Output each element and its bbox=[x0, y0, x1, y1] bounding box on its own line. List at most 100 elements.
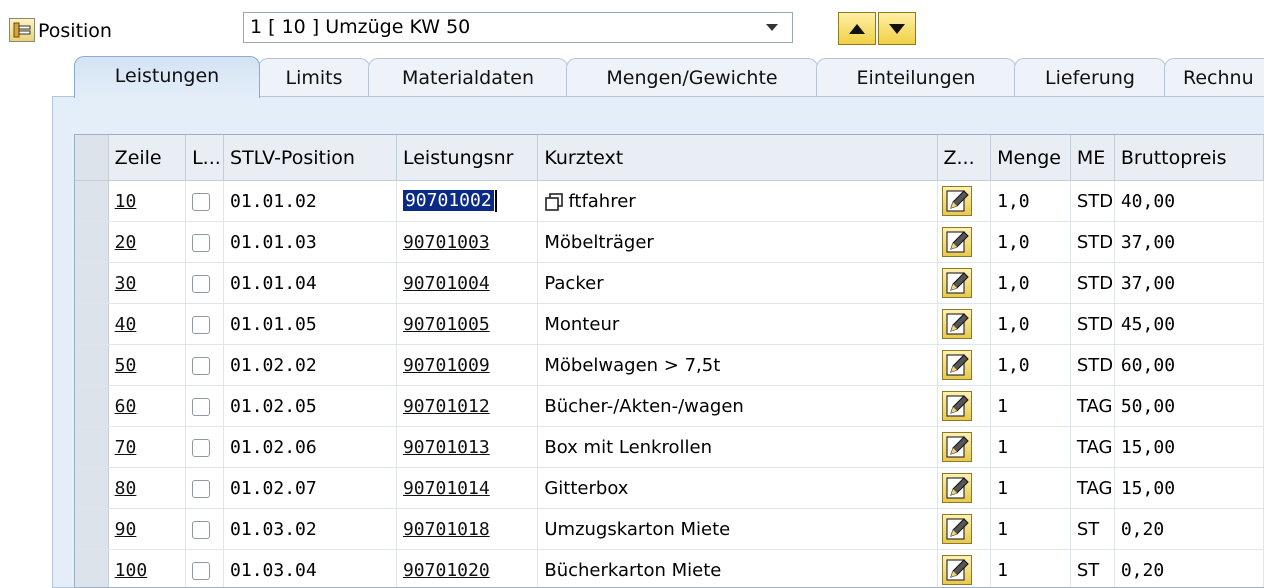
tab-materialdaten[interactable]: Materialdaten bbox=[368, 58, 568, 98]
row-checkbox[interactable] bbox=[192, 233, 211, 252]
leistungsnr-link[interactable]: 90701005 bbox=[403, 314, 490, 335]
row-checkbox[interactable] bbox=[192, 479, 211, 498]
stlv-position-cell: 01.02.06 bbox=[223, 426, 397, 468]
col-bruttopreis[interactable]: Bruttopreis bbox=[1114, 135, 1264, 181]
zeile-link[interactable]: 20 bbox=[115, 232, 137, 253]
bruttopreis-cell: 60,00 bbox=[1114, 344, 1264, 386]
me-cell: ST bbox=[1070, 549, 1115, 587]
zeile-link[interactable]: 70 bbox=[115, 437, 137, 458]
col-z[interactable]: Z... bbox=[937, 135, 992, 181]
stlv-position-cell: 01.02.02 bbox=[223, 344, 397, 386]
tab-limits[interactable]: Limits bbox=[258, 58, 370, 98]
table-row[interactable]: 80 01.02.07 90701014 Gitterbox 1 TAG 15,00 bbox=[75, 467, 1264, 509]
bruttopreis-cell: 40,00 bbox=[1114, 180, 1264, 222]
menge-cell: 1,0 bbox=[990, 221, 1071, 263]
chevron-down-icon[interactable] bbox=[766, 24, 778, 31]
row-checkbox[interactable] bbox=[192, 315, 211, 334]
leistungsnr-link[interactable]: 90701014 bbox=[403, 478, 490, 499]
edit-pencil-icon[interactable] bbox=[941, 350, 972, 380]
zeile-link[interactable]: 50 bbox=[115, 355, 137, 376]
zeile-link[interactable]: 30 bbox=[115, 273, 137, 294]
table-row[interactable]: 20 01.01.03 90701003 Möbelträger 1,0 STD 37,00 bbox=[75, 221, 1264, 263]
stlv-position-cell: 01.03.02 bbox=[223, 508, 397, 550]
table-row[interactable]: 10 01.01.02 90701002 ftfahrer 1,0 STD 40,00 bbox=[75, 180, 1264, 222]
tab-mengen-gewichte[interactable]: Mengen/Gewichte bbox=[566, 58, 818, 98]
table-row[interactable]: 40 01.01.05 90701005 Monteur 1,0 STD 45,00 bbox=[75, 303, 1264, 345]
col-zeile[interactable]: Zeile bbox=[108, 135, 187, 181]
col-menge[interactable]: Menge bbox=[990, 135, 1071, 181]
row-selector[interactable] bbox=[75, 180, 109, 222]
me-cell: STD bbox=[1070, 221, 1115, 263]
menge-cell: 1 bbox=[990, 426, 1071, 468]
zeile-link[interactable]: 60 bbox=[115, 396, 137, 417]
leistungsnr-link[interactable]: 90701003 bbox=[403, 232, 490, 253]
menge-cell: 1 bbox=[990, 385, 1071, 427]
zeile-link[interactable]: 80 bbox=[115, 478, 137, 499]
leistungsnr-link[interactable]: 90701012 bbox=[403, 396, 490, 417]
edit-pencil-icon[interactable] bbox=[941, 514, 972, 544]
leistungsnr-link[interactable]: 90701009 bbox=[403, 355, 490, 376]
zeile-link[interactable]: 90 bbox=[115, 519, 137, 540]
copy-icon[interactable] bbox=[544, 191, 568, 212]
row-checkbox[interactable] bbox=[192, 274, 211, 293]
table-row[interactable]: 70 01.02.06 90701013 Box mit Lenkrollen 1 TAG… bbox=[75, 426, 1264, 468]
leistungsnr-link[interactable]: 90701004 bbox=[403, 273, 490, 294]
zeile-link[interactable]: 10 bbox=[115, 191, 137, 212]
edit-pencil-icon[interactable] bbox=[941, 186, 972, 216]
row-checkbox[interactable] bbox=[192, 520, 211, 539]
me-cell: STD bbox=[1070, 344, 1115, 386]
row-selector[interactable] bbox=[75, 426, 109, 468]
zeile-link[interactable]: 100 bbox=[115, 560, 148, 581]
table-row[interactable]: 30 01.01.04 90701004 Packer 1,0 STD 37,00 bbox=[75, 262, 1264, 304]
bruttopreis-cell: 0,20 bbox=[1114, 549, 1264, 587]
row-selector[interactable] bbox=[75, 508, 109, 550]
arrow-up-icon[interactable] bbox=[838, 12, 876, 45]
table-row[interactable]: 100 01.03.04 90701020 Bücherkarton Miete 1 ST… bbox=[75, 549, 1264, 587]
tab-einteilungen[interactable]: Einteilungen bbox=[816, 58, 1016, 98]
row-selector[interactable] bbox=[75, 344, 109, 386]
table-row[interactable]: 50 01.02.02 90701009 Möbelwagen > 7,5t 1,0 ST… bbox=[75, 344, 1264, 386]
col-l[interactable]: L... bbox=[185, 135, 225, 181]
edit-pencil-icon[interactable] bbox=[941, 227, 972, 257]
position-icon[interactable] bbox=[9, 18, 35, 42]
leistungsnr-link[interactable]: 90701020 bbox=[403, 560, 490, 581]
row-selector[interactable] bbox=[75, 303, 109, 345]
edit-pencil-icon[interactable] bbox=[941, 555, 972, 585]
leistungsnr-link[interactable]: 90701002 bbox=[402, 190, 494, 211]
tab-rechnung[interactable]: Rechnu bbox=[1164, 58, 1264, 98]
tab-lieferung[interactable]: Lieferung bbox=[1014, 58, 1166, 98]
col-kurztext[interactable]: Kurztext bbox=[537, 135, 938, 181]
position-select[interactable]: 1 [ 10 ] Umzüge KW 50 bbox=[243, 12, 793, 43]
menge-cell: 1 bbox=[990, 549, 1071, 587]
row-selector[interactable] bbox=[75, 467, 109, 509]
kurztext-cell: Möbelträger bbox=[544, 231, 654, 253]
select-all-cell[interactable] bbox=[75, 135, 109, 181]
position-label: Position bbox=[38, 20, 112, 42]
leistungsnr-link[interactable]: 90701013 bbox=[403, 437, 490, 458]
edit-pencil-icon[interactable] bbox=[941, 473, 972, 503]
edit-pencil-icon[interactable] bbox=[941, 391, 972, 421]
row-selector[interactable] bbox=[75, 549, 109, 587]
col-me[interactable]: ME bbox=[1070, 135, 1115, 181]
leistungsnr-link[interactable]: 90701018 bbox=[403, 519, 490, 540]
row-selector[interactable] bbox=[75, 221, 109, 263]
kurztext-cell: Monteur bbox=[544, 313, 620, 335]
col-leistungsnr[interactable]: Leistungsnr bbox=[396, 135, 539, 181]
table-row[interactable]: 60 01.02.05 90701012 Bücher-/Akten-/wagen 1 T… bbox=[75, 385, 1264, 427]
edit-pencil-icon[interactable] bbox=[941, 309, 972, 339]
row-selector[interactable] bbox=[75, 385, 109, 427]
me-cell: STD bbox=[1070, 262, 1115, 304]
edit-pencil-icon[interactable] bbox=[941, 432, 972, 462]
col-stlv-position[interactable]: STLV-Position bbox=[223, 135, 397, 181]
tab-leistungen[interactable]: Leistungen bbox=[74, 56, 260, 98]
row-checkbox[interactable] bbox=[192, 192, 211, 211]
zeile-link[interactable]: 40 bbox=[115, 314, 137, 335]
table-row[interactable]: 90 01.03.02 90701018 Umzugskarton Miete 1 ST 0… bbox=[75, 508, 1264, 550]
edit-pencil-icon[interactable] bbox=[941, 268, 972, 298]
arrow-down-icon[interactable] bbox=[878, 12, 916, 45]
row-checkbox[interactable] bbox=[192, 438, 211, 457]
row-selector[interactable] bbox=[75, 262, 109, 304]
row-checkbox[interactable] bbox=[192, 356, 211, 375]
row-checkbox[interactable] bbox=[192, 397, 211, 416]
row-checkbox[interactable] bbox=[192, 561, 211, 580]
